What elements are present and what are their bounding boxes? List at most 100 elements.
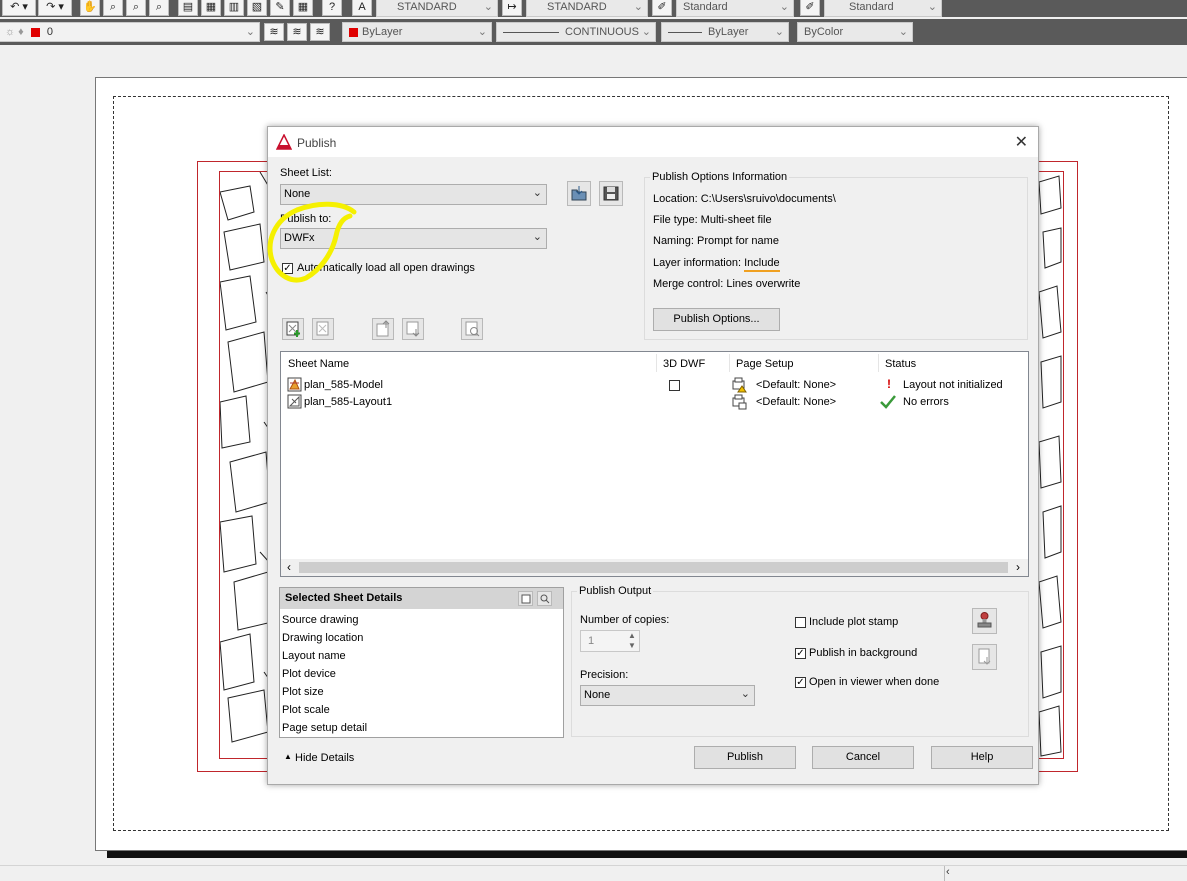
save-sheet-list-button[interactable] xyxy=(599,181,623,206)
details-zoom-button[interactable] xyxy=(537,591,552,606)
move-sheet-up-button[interactable] xyxy=(372,318,394,340)
layer-info-value: Include xyxy=(744,257,780,272)
autocad-logo-icon xyxy=(276,134,292,150)
table-row[interactable]: plan_585-Layout1 <Default: None> No erro… xyxy=(281,394,1028,411)
stepper-up-icon[interactable]: ▲ xyxy=(628,631,636,640)
open-viewer-label: Open in viewer when done xyxy=(809,676,940,688)
dim-style-dropdown[interactable]: STANDARD ⌄ xyxy=(526,0,648,17)
col-header-3d-dwf[interactable]: 3D DWF xyxy=(663,358,705,370)
remove-sheet-icon xyxy=(316,321,329,336)
scroll-left-icon[interactable]: ‹ xyxy=(287,560,291,574)
undo-button[interactable]: ↶ ▾ xyxy=(2,0,36,16)
save-icon xyxy=(603,186,619,201)
sheet-table: Sheet Name 3D DWF Page Setup Status plan… xyxy=(280,351,1029,577)
page-setup-value: <Default: None> xyxy=(756,396,837,408)
precision-label: Precision: xyxy=(580,669,629,681)
error-icon: ! xyxy=(887,377,891,391)
toolbar-standard: ↶ ▾ ↷ ▾ ✋ ⌕ ⌕ ⌕ ▤ ▦ ▥ ▧ ✎ ▦ ? A STANDARD… xyxy=(0,0,1187,17)
pan-icon[interactable]: ✋ xyxy=(80,0,100,16)
table-style-icon[interactable]: ✐ xyxy=(652,0,672,16)
3d-dwf-checkbox[interactable] xyxy=(669,380,680,391)
copy-icon xyxy=(521,594,531,604)
plotstyle-dropdown[interactable]: ByColor ⌄ xyxy=(797,22,913,42)
page-setup-value: <Default: None> xyxy=(756,379,837,391)
publish-background-checkbox[interactable]: ✓ xyxy=(795,648,806,659)
zoom-window-icon[interactable]: ⌕ xyxy=(126,0,146,16)
dialog-titlebar[interactable]: Publish ✕ xyxy=(268,127,1038,157)
publish-options-button[interactable]: Publish Options... xyxy=(653,308,780,331)
detail-item: Drawing location xyxy=(282,632,364,644)
layout-sheet-icon xyxy=(287,394,302,409)
background-settings-button[interactable] xyxy=(972,644,997,670)
precision-combo[interactable]: None ⌄ xyxy=(580,685,755,706)
publish-dialog: Publish ✕ Sheet List: None ⌄ Publish to: … xyxy=(267,126,1039,785)
sheet-list-label: Sheet List: xyxy=(280,167,332,179)
linetype-dropdown[interactable]: CONTINUOUS ⌄ xyxy=(496,22,656,42)
status-scroll-area: ‹ xyxy=(0,865,1187,881)
layer-color-swatch xyxy=(30,27,40,37)
detail-item: Layout name xyxy=(282,650,346,662)
status-text: No errors xyxy=(903,396,949,408)
folder-open-icon xyxy=(571,186,587,201)
help-button[interactable]: Help xyxy=(931,746,1033,769)
hide-details-link[interactable]: Hide Details xyxy=(295,752,354,764)
zoom-previous-icon[interactable]: ⌕ xyxy=(149,0,169,16)
layer-properties-icon[interactable]: ≋ xyxy=(264,23,284,41)
help-icon[interactable]: ? xyxy=(322,0,342,16)
include-plot-stamp-label: Include plot stamp xyxy=(809,616,899,628)
copies-stepper[interactable]: 1 ▲ ▼ xyxy=(580,630,640,652)
horizontal-scrollbar[interactable]: ‹ › xyxy=(281,559,1028,576)
col-header-page-setup[interactable]: Page Setup xyxy=(736,358,794,370)
scroll-right-icon[interactable]: › xyxy=(1016,560,1020,574)
mleader-style-dropdown[interactable]: Standard ⌄ xyxy=(824,0,942,17)
open-viewer-checkbox[interactable]: ✓ xyxy=(795,677,806,688)
detail-item: Plot size xyxy=(282,686,324,698)
text-style-dropdown[interactable]: STANDARD ⌄ xyxy=(376,0,498,17)
properties-icon[interactable]: ▤ xyxy=(178,0,198,16)
layer-state-icon: ☼ ♦ xyxy=(5,26,24,38)
dim-style-icon[interactable]: ↦ xyxy=(502,0,522,16)
remove-sheets-button[interactable] xyxy=(312,318,334,340)
publish-button[interactable]: Publish xyxy=(694,746,796,769)
preview-button[interactable] xyxy=(461,318,483,340)
load-sheet-list-button[interactable] xyxy=(567,181,591,206)
cancel-button[interactable]: Cancel xyxy=(812,746,914,769)
layer-previous-icon[interactable]: ≋ xyxy=(310,23,330,41)
merge-control-info: Merge control: Lines overwrite xyxy=(653,278,801,290)
text-style-icon[interactable]: A xyxy=(352,0,372,16)
table-style-dropdown[interactable]: Standard ⌄ xyxy=(676,0,794,17)
details-header: Selected Sheet Details xyxy=(280,588,563,609)
col-header-sheet-name[interactable]: Sheet Name xyxy=(288,358,349,370)
lineweight-dropdown[interactable]: ByLayer ⌄ xyxy=(661,22,789,42)
chevron-down-icon: ⌄ xyxy=(740,688,750,700)
add-sheets-button[interactable] xyxy=(282,318,304,340)
table-row[interactable]: plan_585-Model <Default: None> ! Layout … xyxy=(281,377,1028,394)
color-dropdown[interactable]: ByLayer ⌄ xyxy=(342,22,492,42)
move-sheet-down-button[interactable] xyxy=(402,318,424,340)
design-center-icon[interactable]: ▦ xyxy=(201,0,221,16)
tool-palettes-icon[interactable]: ▥ xyxy=(224,0,244,16)
move-down-icon xyxy=(406,321,420,337)
layer-info: Layer information: Include xyxy=(653,257,780,272)
model-sheet-icon xyxy=(287,377,302,392)
stepper-down-icon[interactable]: ▼ xyxy=(628,641,636,650)
move-up-icon xyxy=(376,320,390,337)
col-header-status[interactable]: Status xyxy=(885,358,916,370)
mleader-style-icon[interactable]: ✐ xyxy=(800,0,820,16)
make-current-icon[interactable]: ≋ xyxy=(287,23,307,41)
include-plot-stamp-checkbox[interactable] xyxy=(795,617,806,628)
plot-stamp-settings-button[interactable] xyxy=(972,608,997,634)
sheet-set-icon[interactable]: ▧ xyxy=(247,0,267,16)
magnifier-icon xyxy=(540,594,550,604)
calculator-icon[interactable]: ▦ xyxy=(293,0,313,16)
details-copy-button[interactable] xyxy=(518,591,533,606)
scroll-left-icon[interactable]: ‹ xyxy=(946,866,950,878)
zoom-realtime-icon[interactable]: ⌕ xyxy=(103,0,123,16)
scrollbar-thumb[interactable] xyxy=(299,562,1008,573)
redo-button[interactable]: ↷ ▾ xyxy=(38,0,72,16)
markup-icon[interactable]: ✎ xyxy=(270,0,290,16)
color-swatch xyxy=(349,27,358,37)
sheet-arrow-icon xyxy=(978,648,991,665)
close-icon[interactable]: ✕ xyxy=(1015,132,1028,152)
layer-dropdown[interactable]: ☼ ♦ 0 ⌄ xyxy=(0,22,260,42)
